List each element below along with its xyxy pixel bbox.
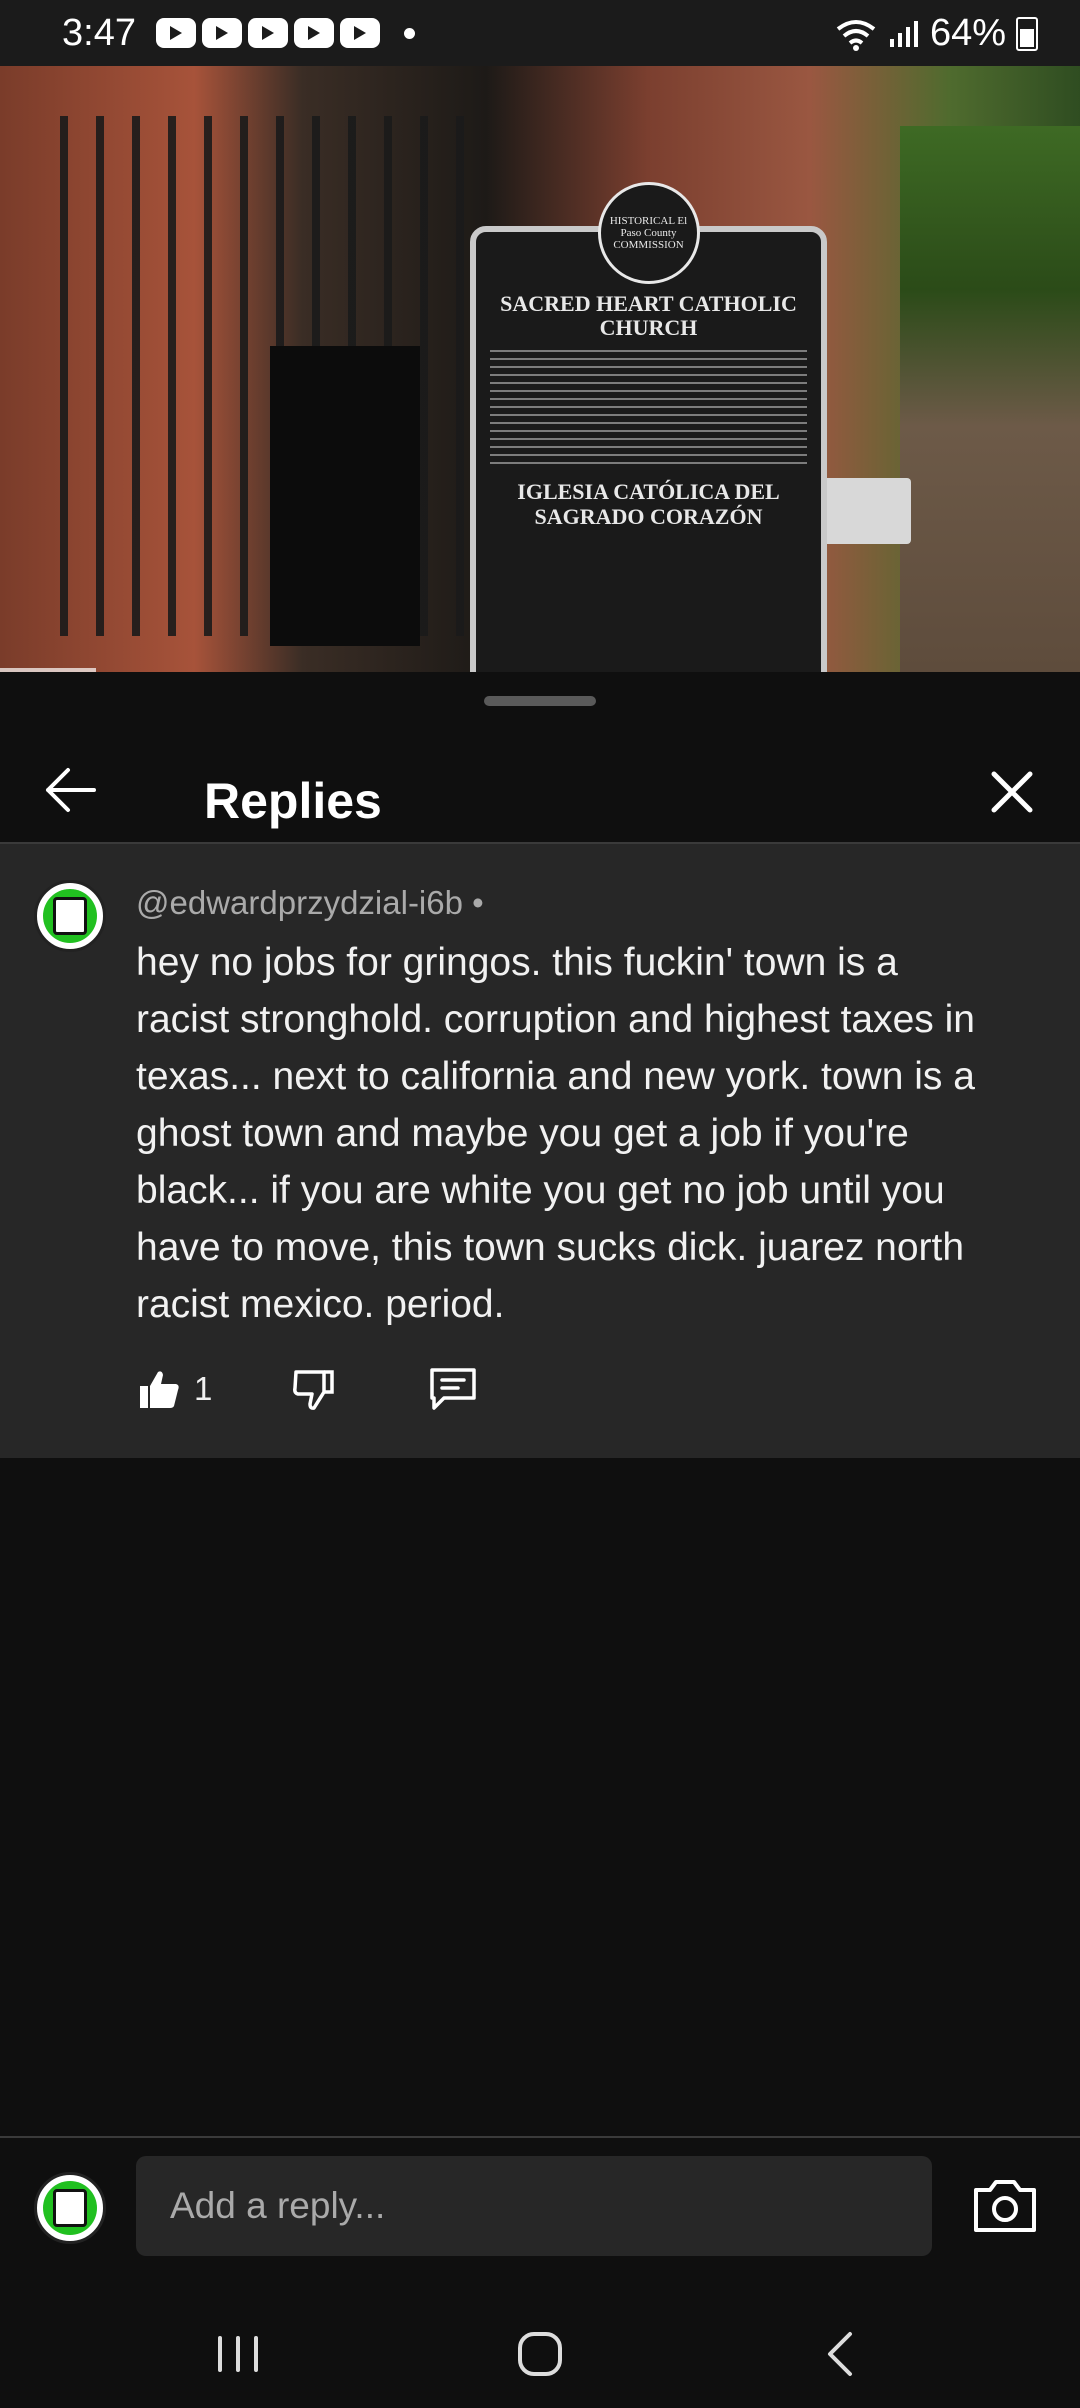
doorway-image [270,346,420,646]
comment-actions: 1 [136,1366,478,1412]
youtube-icon [294,18,334,48]
video-player[interactable]: HISTORICAL El Paso County COMMISSION SAC… [0,66,1080,672]
avatar[interactable] [34,2172,106,2244]
system-nav-bar [0,2300,1080,2408]
tree-image [900,126,1080,672]
back-nav-icon[interactable] [810,2322,874,2386]
home-icon[interactable] [508,2322,572,2386]
youtube-icon [340,18,380,48]
back-arrow-icon[interactable] [40,760,100,820]
camera-icon[interactable] [970,2176,1040,2236]
status-bar: 3:47 64% [0,0,1080,66]
close-icon[interactable] [980,760,1044,824]
thumbs-down-icon[interactable] [290,1366,336,1412]
battery-percent: 64% [929,12,1006,54]
reply-icon[interactable] [428,1366,478,1412]
battery-icon [1016,16,1038,51]
status-time: 3:47 [62,12,136,54]
comment-author-handle: @edwardprzydzial-i6b [136,884,463,921]
marker-title-es: IGLESIA CATÓLICA DEL SAGRADO CORAZÓN [517,479,780,529]
more-notifications-dot [404,28,415,39]
avatar-logo-mark [53,897,87,935]
marker-text-lines [490,350,807,471]
avatar-logo [43,2181,97,2235]
historical-marker: HISTORICAL El Paso County COMMISSION SAC… [470,182,827,672]
sheet-header: Replies [0,732,1080,852]
reply-bar-divider [0,2136,1080,2138]
comment-text: hey no jobs for gringos. this fuckin' to… [136,941,975,1326]
comment-card: @edwardprzydzial-i6b • hey no jobs for g… [0,844,1080,1458]
like-button[interactable]: 1 [136,1366,212,1412]
ac-unit-image [815,478,911,544]
wifi-icon [836,19,876,51]
reply-input[interactable] [136,2156,932,2256]
avatar-logo [43,889,97,943]
status-right: 64% [834,12,1038,55]
page-title: Replies [204,773,382,829]
marker-title: SACRED HEART CATHOLIC CHURCH [500,291,797,341]
comment-author[interactable]: @edwardprzydzial-i6b • [136,884,484,922]
youtube-icon [202,18,242,48]
signal-icon [889,20,918,47]
like-count: 1 [194,1370,213,1407]
marker-seal: HISTORICAL El Paso County COMMISSION [597,182,700,284]
recent-apps-icon[interactable] [206,2322,270,2386]
youtube-icon [156,18,196,48]
thumbs-up-icon [140,1371,179,1408]
avatar-logo-mark [53,2189,87,2227]
comment-author-separator: • [462,884,484,921]
notification-icons [156,18,380,48]
avatar[interactable] [34,880,106,952]
youtube-icon [248,18,288,48]
drag-handle[interactable] [484,696,596,706]
